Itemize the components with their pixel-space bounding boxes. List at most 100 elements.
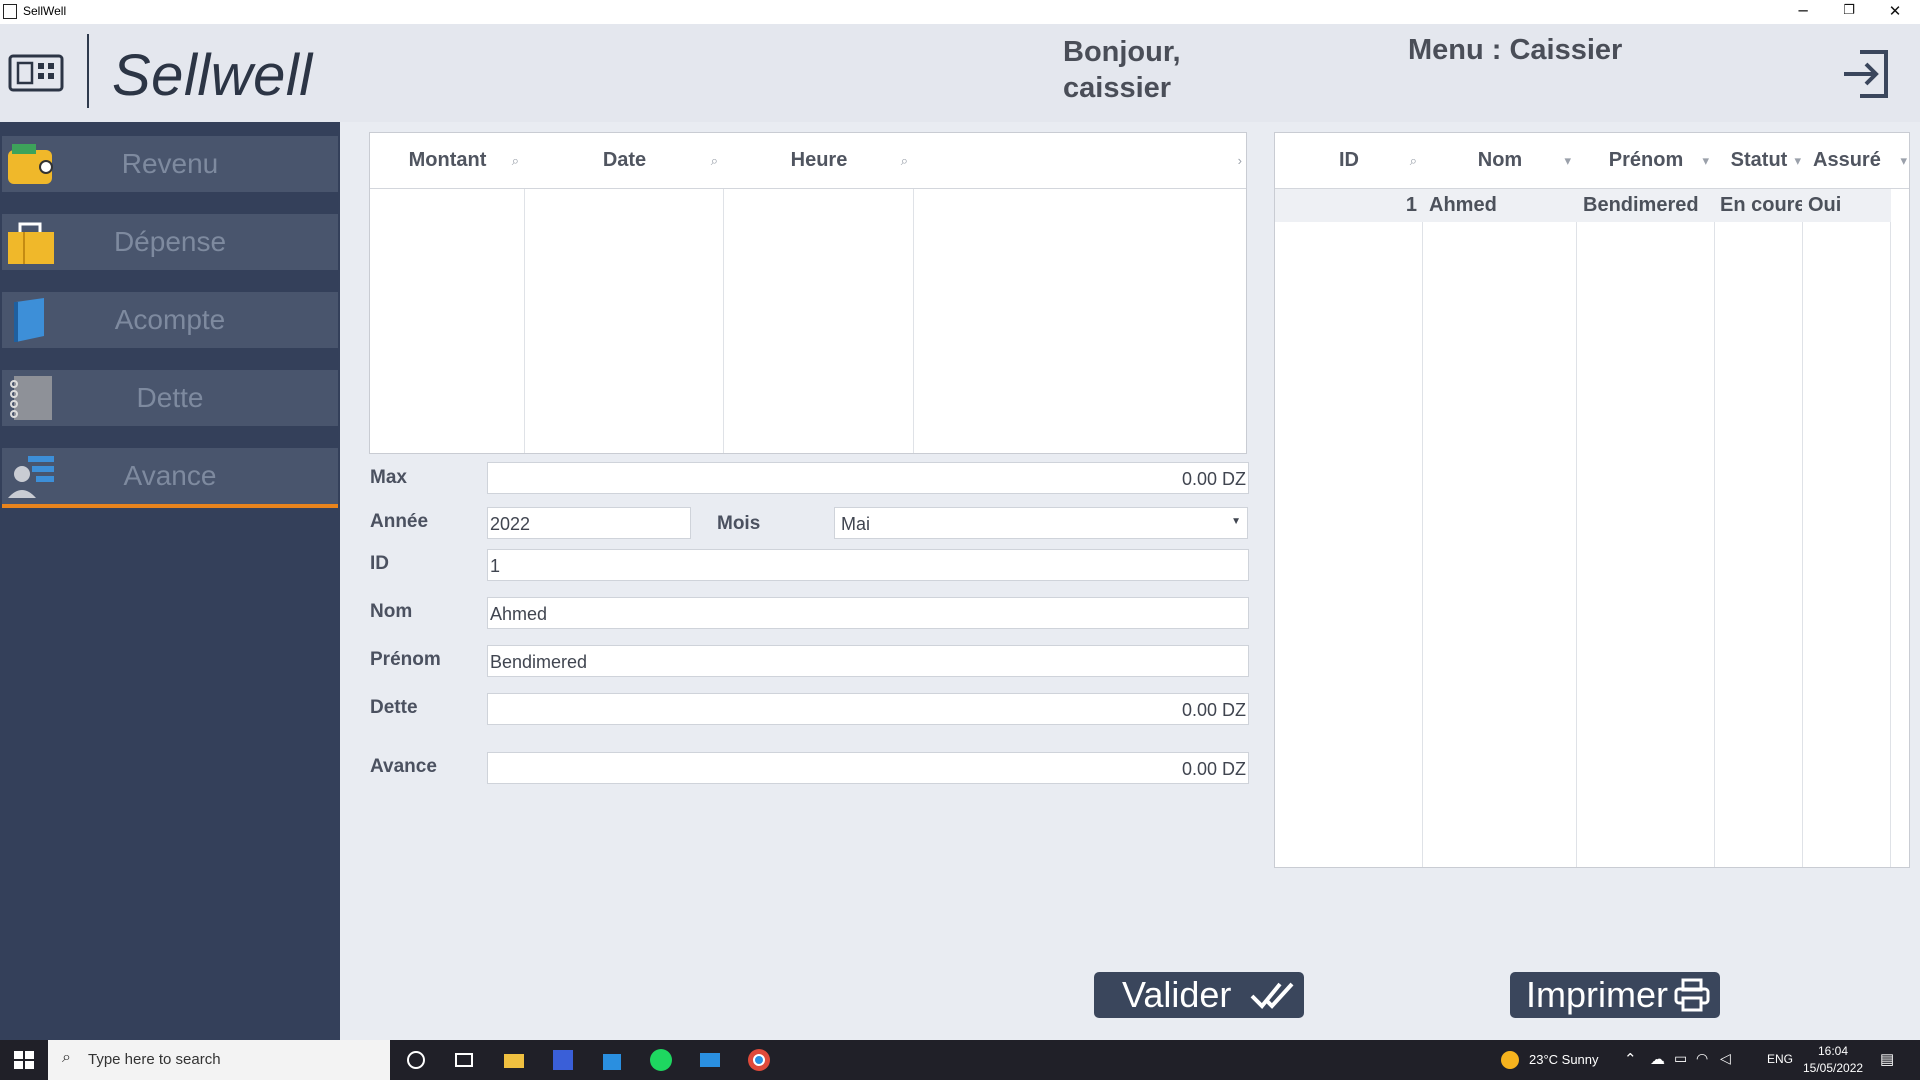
- column-header-heure[interactable]: Heure ⌕: [724, 133, 914, 189]
- task-view-icon[interactable]: [452, 1048, 476, 1072]
- table-row[interactable]: 1 Ahmed Bendimered En coure Oui: [1275, 189, 1891, 222]
- column-header-date[interactable]: Date ⌕: [525, 133, 724, 189]
- prenom-label: Prénom: [370, 649, 441, 670]
- windows-taskbar: ⌕ Type here to search 23°C Sunny ⌃ ☁ ▭ ◠…: [0, 1040, 1920, 1080]
- logout-icon[interactable]: [1840, 48, 1892, 100]
- chrome-icon[interactable]: [747, 1048, 771, 1072]
- window-title: SellWell: [23, 4, 67, 18]
- close-button[interactable]: ✕: [1872, 0, 1918, 24]
- id-label: ID: [370, 553, 389, 574]
- language-indicator[interactable]: ENG: [1767, 1052, 1793, 1066]
- main-content: Montant ⌕ Date ⌕ Heure ⌕ › Max 0.00 DZ Anné…: [340, 122, 1920, 1040]
- chevron-down-icon[interactable]: ▼: [1231, 516, 1241, 527]
- imprimer-button[interactable]: Imprimer: [1510, 972, 1720, 1018]
- avance-field[interactable]: 0.00 DZ: [487, 752, 1249, 784]
- minimize-button[interactable]: ─: [1780, 0, 1826, 24]
- search-icon: ⌕: [62, 1049, 71, 1066]
- logo-divider: [87, 34, 89, 108]
- cell-statut: En coure: [1720, 194, 1802, 216]
- store-icon[interactable]: [600, 1048, 624, 1072]
- restore-button[interactable]: ❐: [1826, 0, 1872, 24]
- wifi-icon[interactable]: ◠: [1696, 1050, 1708, 1067]
- mois-value: Mai: [841, 514, 871, 534]
- mail-icon[interactable]: [698, 1048, 722, 1072]
- cell-id: 1: [1405, 194, 1417, 216]
- search-icon[interactable]: ⌕: [1410, 153, 1417, 169]
- annee-field[interactable]: 2022: [487, 507, 691, 539]
- sidebar-item-label: Revenu: [121, 148, 219, 179]
- file-explorer-icon[interactable]: [502, 1048, 526, 1072]
- nom-field[interactable]: Ahmed: [487, 597, 1249, 629]
- mois-label: Mois: [717, 513, 761, 534]
- filter-icon[interactable]: ▾: [1900, 153, 1907, 169]
- onedrive-icon[interactable]: ☁: [1650, 1050, 1665, 1068]
- dette-label: Dette: [370, 697, 418, 718]
- chevron-right-icon: ›: [1237, 153, 1242, 168]
- filter-icon[interactable]: ▾: [1794, 153, 1801, 169]
- grid-column: [724, 189, 914, 453]
- dette-field[interactable]: 0.00 DZ: [487, 693, 1249, 725]
- double-check-icon: [1250, 982, 1294, 1009]
- column-header-montant[interactable]: Montant ⌕: [370, 133, 525, 189]
- printer-icon: [1674, 978, 1710, 1012]
- payments-grid[interactable]: Montant ⌕ Date ⌕ Heure ⌕ ›: [369, 132, 1247, 454]
- sidebar-item-acompte[interactable]: Acompte: [2, 292, 338, 348]
- grid-column: [1423, 189, 1577, 867]
- column-header-nom[interactable]: Nom ▾: [1423, 133, 1577, 189]
- grid-column: [1577, 189, 1715, 867]
- sidebar-item-dette[interactable]: Dette: [2, 370, 338, 426]
- weather-sun-icon[interactable]: [1498, 1048, 1522, 1072]
- sellwell-logo-icon: [8, 52, 64, 94]
- clock-time[interactable]: 16:04: [1818, 1044, 1848, 1058]
- app-icon-blue[interactable]: [551, 1048, 575, 1072]
- weather-text[interactable]: 23°C Sunny: [1529, 1052, 1599, 1067]
- column-header-prenom[interactable]: Prénom ▾: [1577, 133, 1715, 189]
- sidebar-item-label: Dette: [136, 382, 204, 413]
- cortana-icon[interactable]: [404, 1048, 428, 1072]
- windows-start-icon[interactable]: [12, 1048, 36, 1072]
- window-title-bar: SellWell ─ ❐ ✕: [0, 0, 1920, 24]
- column-header-filler: ›: [914, 133, 1246, 189]
- sidebar-item-label: Avance: [123, 460, 217, 491]
- app-header: Sellwell Bonjour, caissier Menu : Caissi…: [0, 24, 1920, 122]
- prenom-field[interactable]: Bendimered: [487, 645, 1249, 677]
- filter-icon[interactable]: ▾: [1702, 153, 1709, 169]
- menu-label: Menu : Caissier: [1408, 34, 1623, 66]
- spotify-icon[interactable]: [649, 1048, 673, 1072]
- grid-column: [1715, 189, 1803, 867]
- sidebar-item-depense[interactable]: Dépense: [2, 214, 338, 270]
- clock-date[interactable]: 15/05/2022: [1803, 1061, 1863, 1075]
- valider-button[interactable]: Valider: [1094, 972, 1304, 1018]
- grid-column: [525, 189, 724, 453]
- avance-label: Avance: [370, 756, 437, 777]
- grid-column: [1275, 189, 1423, 867]
- column-header-statut[interactable]: Statut ▾: [1715, 133, 1803, 189]
- id-field[interactable]: 1: [487, 549, 1249, 581]
- filter-icon[interactable]: ▾: [1564, 153, 1571, 169]
- volume-icon[interactable]: ◁: [1720, 1050, 1731, 1067]
- mois-select[interactable]: Mai ▼: [834, 507, 1248, 539]
- nom-label: Nom: [370, 601, 413, 622]
- sidebar-item-revenu[interactable]: Revenu: [2, 136, 338, 192]
- battery-icon[interactable]: ▭: [1674, 1050, 1687, 1067]
- column-header-assure[interactable]: Assuré ▾: [1803, 133, 1909, 189]
- grid-column: [1803, 189, 1891, 867]
- max-field[interactable]: 0.00 DZ: [487, 462, 1249, 494]
- cell-prenom: Bendimered: [1583, 194, 1699, 216]
- taskbar-search[interactable]: ⌕ Type here to search: [48, 1040, 390, 1080]
- notifications-icon[interactable]: ▤: [1880, 1050, 1894, 1068]
- sidebar-item-label: Dépense: [113, 226, 227, 257]
- brand-name: Sellwell: [112, 43, 313, 108]
- grid-column: [370, 189, 525, 453]
- search-icon[interactable]: ⌕: [711, 153, 718, 169]
- sidebar: Revenu Dépense Acompte Dette Avance: [0, 122, 340, 1040]
- column-header-id[interactable]: ID ⌕: [1275, 133, 1423, 189]
- search-icon[interactable]: ⌕: [512, 153, 519, 169]
- sidebar-item-label: Acompte: [114, 304, 226, 335]
- app-icon: [3, 4, 17, 19]
- sidebar-item-avance[interactable]: Avance: [2, 448, 338, 508]
- search-icon[interactable]: ⌕: [901, 153, 908, 169]
- tray-chevron-up-icon[interactable]: ⌃: [1624, 1050, 1637, 1068]
- employees-grid[interactable]: ID ⌕ Nom ▾ Prénom ▾ Statut ▾ Assuré ▾ 1 Ahmed…: [1274, 132, 1910, 868]
- cell-assure: Oui: [1808, 194, 1842, 216]
